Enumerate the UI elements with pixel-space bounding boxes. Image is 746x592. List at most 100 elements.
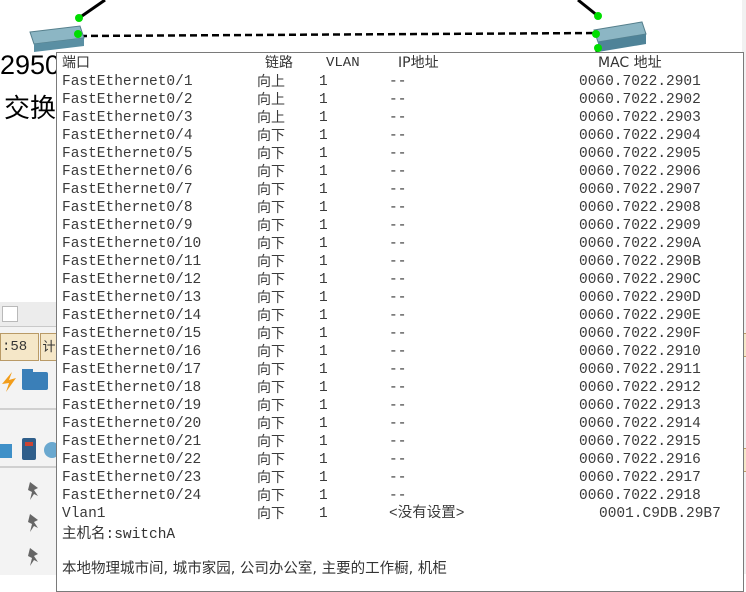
port-cell: FastEthernet0/3 xyxy=(62,110,193,126)
ip-cell: -- xyxy=(389,92,407,108)
port-cell: FastEthernet0/5 xyxy=(62,146,193,162)
ip-cell: -- xyxy=(389,236,407,252)
link-cell: 向下 xyxy=(257,182,285,198)
port-cell: FastEthernet0/4 xyxy=(62,128,193,144)
port-cell: FastEthernet0/12 xyxy=(62,272,202,288)
vlan-cell: 1 xyxy=(319,254,328,270)
mac-cell: 0060.7022.290E xyxy=(579,308,701,324)
pin-icon xyxy=(28,514,38,532)
port-dot xyxy=(592,30,600,38)
vlan-cell: 1 xyxy=(319,236,328,252)
ip-cell: -- xyxy=(389,344,407,360)
vlan-cell: 1 xyxy=(319,380,328,396)
vlan-cell: 1 xyxy=(319,200,328,216)
pin-icon xyxy=(28,548,38,566)
mac-cell: 0060.7022.2902 xyxy=(579,92,701,108)
ip-cell: -- xyxy=(389,164,407,180)
mac-cell: 0060.7022.2915 xyxy=(579,434,701,450)
vlan-cell: 1 xyxy=(319,128,328,144)
header-link: 链路 xyxy=(265,55,293,71)
port-cell: FastEthernet0/20 xyxy=(62,416,202,432)
vlan-cell: 1 xyxy=(319,110,328,126)
port-cell: FastEthernet0/9 xyxy=(62,218,193,234)
ip-cell: -- xyxy=(389,128,407,144)
vlan-cell: 1 xyxy=(319,92,328,108)
port-cell: FastEthernet0/15 xyxy=(62,326,202,342)
link-cell: 向下 xyxy=(257,146,285,162)
vlan-cell: 1 xyxy=(319,146,328,162)
link-cell: 向下 xyxy=(257,164,285,180)
port-cell: FastEthernet0/16 xyxy=(62,344,202,360)
link-cell: 向下 xyxy=(257,362,285,378)
mac-cell: 0001.C9DB.29B7 xyxy=(599,506,721,522)
mac-cell: 0060.7022.2908 xyxy=(579,200,701,216)
ip-cell: -- xyxy=(389,110,407,126)
mac-cell: 0060.7022.2916 xyxy=(579,452,701,468)
link-cell: 向下 xyxy=(257,200,285,216)
switch-icon-left xyxy=(29,25,85,52)
port-status-tooltip: 端口 链路 VLAN IP地址 MAC 地址 FastEthernet0/1 向上… xyxy=(56,52,744,592)
port-cell: FastEthernet0/13 xyxy=(62,290,202,306)
vlan-cell: 1 xyxy=(319,344,328,360)
port-cell: FastEthernet0/2 xyxy=(62,92,193,108)
link-cell: 向下 xyxy=(257,326,285,342)
header-ip: IP地址 xyxy=(398,55,439,71)
link-cell: 向下 xyxy=(257,344,285,360)
ip-cell: -- xyxy=(389,272,407,288)
vlan-cell: 1 xyxy=(319,272,328,288)
link-cell: 向下 xyxy=(257,416,285,432)
link-left xyxy=(78,0,106,20)
vlan-cell: 1 xyxy=(319,290,328,306)
port-dot xyxy=(75,14,83,22)
mac-cell: 0060.7022.2905 xyxy=(579,146,701,162)
mac-cell: 0060.7022.290C xyxy=(579,272,701,288)
mac-cell: 0060.7022.290B xyxy=(579,254,701,270)
link-cell: 向下 xyxy=(257,290,285,306)
port-dot xyxy=(594,12,602,20)
link-cell: 向下 xyxy=(257,380,285,396)
ip-cell: -- xyxy=(389,488,407,504)
link-cell: 向下 xyxy=(257,434,285,450)
separator xyxy=(0,408,60,410)
port-cell: FastEthernet0/8 xyxy=(62,200,193,216)
mac-cell: 0060.7022.2909 xyxy=(579,218,701,234)
ip-cell: -- xyxy=(389,362,407,378)
port-cell: FastEthernet0/23 xyxy=(62,470,202,486)
vlan-cell: 1 xyxy=(319,416,328,432)
port-cell: FastEthernet0/21 xyxy=(62,434,202,450)
vlan-cell: 1 xyxy=(319,182,328,198)
ip-cell: -- xyxy=(389,416,407,432)
pin-icon xyxy=(28,482,38,500)
mac-cell: 0060.7022.2913 xyxy=(579,398,701,414)
hostname-line: 主机名:switchA xyxy=(62,527,176,543)
ip-cell: -- xyxy=(389,218,407,234)
vlan-cell: 1 xyxy=(319,434,328,450)
ip-cell: -- xyxy=(389,200,407,216)
port-cell: FastEthernet0/6 xyxy=(62,164,193,180)
link-cell: 向下 xyxy=(257,506,285,522)
vlan-cell: 1 xyxy=(319,308,328,324)
side-icons xyxy=(0,369,60,566)
port-cell: FastEthernet0/24 xyxy=(62,488,202,504)
toolbar-button[interactable] xyxy=(2,306,18,322)
port-cell: FastEthernet0/14 xyxy=(62,308,202,324)
header-port: 端口 xyxy=(62,55,90,71)
vlan-cell: 1 xyxy=(319,488,328,504)
port-cell: FastEthernet0/11 xyxy=(62,254,202,270)
ip-cell: -- xyxy=(389,326,407,342)
ip-cell: -- xyxy=(389,182,407,198)
port-cell: Vlan1 xyxy=(62,506,106,522)
side-toolbar xyxy=(0,302,60,327)
link-cell: 向下 xyxy=(257,128,285,144)
device-icon xyxy=(0,438,60,460)
vlan-cell: 1 xyxy=(319,470,328,486)
link-cell: 向下 xyxy=(257,470,285,486)
port-dot xyxy=(594,44,602,52)
vlan-cell: 1 xyxy=(319,452,328,468)
mac-cell: 0060.7022.2911 xyxy=(579,362,701,378)
ip-cell: -- xyxy=(389,308,407,324)
ip-cell: <没有设置> xyxy=(389,506,465,522)
ip-cell: -- xyxy=(389,254,407,270)
port-cell: FastEthernet0/22 xyxy=(62,452,202,468)
link-cell: 向上 xyxy=(257,74,285,90)
